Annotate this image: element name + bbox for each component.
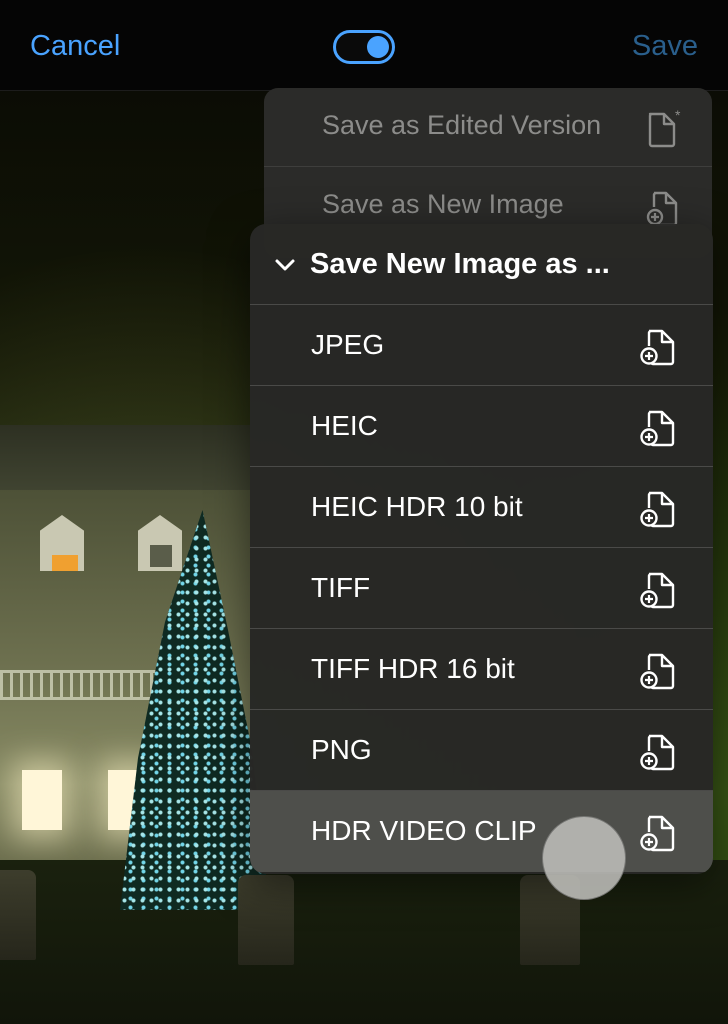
document-plus-icon <box>639 649 679 696</box>
format-label: TIFF <box>311 572 371 603</box>
toggle-knob <box>367 36 389 58</box>
format-label: TIFF HDR 16 bit <box>311 653 515 684</box>
chevron-down-icon <box>274 254 296 276</box>
format-option-heic-hdr-10-bit[interactable]: HEIC HDR 10 bit <box>250 467 713 548</box>
menu-item-label: Save as New Image <box>322 189 564 219</box>
bollard <box>0 870 36 960</box>
navigation-bar: Cancel Save <box>0 0 728 91</box>
format-label: HDR VIDEO CLIP <box>311 815 537 846</box>
document-plus-icon <box>639 406 679 453</box>
document-plus-icon <box>639 730 679 777</box>
svg-text:*: * <box>675 108 681 123</box>
lit-window <box>52 555 78 571</box>
document-plus-icon <box>639 811 679 858</box>
lit-doorway <box>22 770 62 830</box>
dark-window <box>150 545 172 567</box>
format-label: JPEG <box>311 329 385 360</box>
document-plus-icon <box>639 325 679 372</box>
document-plus-icon <box>639 568 679 615</box>
cancel-button[interactable]: Cancel <box>30 30 120 63</box>
format-option-jpeg[interactable]: JPEG <box>250 305 713 386</box>
format-option-hdr-video-clip[interactable]: HDR VIDEO CLIP <box>250 791 713 872</box>
format-option-heic[interactable]: HEIC <box>250 386 713 467</box>
save-as-edited-version-item[interactable]: Save as Edited Version * <box>264 88 712 166</box>
format-option-png[interactable]: PNG <box>250 710 713 791</box>
format-submenu: Save New Image as ... JPEG HEIC HEIC HDR… <box>250 224 713 874</box>
ground <box>0 860 728 1024</box>
document-asterisk-icon: * <box>646 107 682 153</box>
submenu-header[interactable]: Save New Image as ... <box>250 224 713 305</box>
submenu-title: Save New Image as ... <box>310 248 610 280</box>
format-label: HEIC HDR 10 bit <box>311 491 523 522</box>
format-option-tiff-hdr-16-bit[interactable]: TIFF HDR 16 bit <box>250 629 713 710</box>
hdr-toggle[interactable] <box>333 30 395 64</box>
format-label: PNG <box>311 734 372 765</box>
menu-item-label: Save as Edited Version <box>322 110 602 140</box>
format-option-tiff[interactable]: TIFF <box>250 548 713 629</box>
save-button[interactable]: Save <box>632 30 698 63</box>
bollard <box>238 875 294 965</box>
document-plus-icon <box>639 487 679 534</box>
format-label: HEIC <box>311 410 378 441</box>
touch-indicator <box>542 816 626 900</box>
